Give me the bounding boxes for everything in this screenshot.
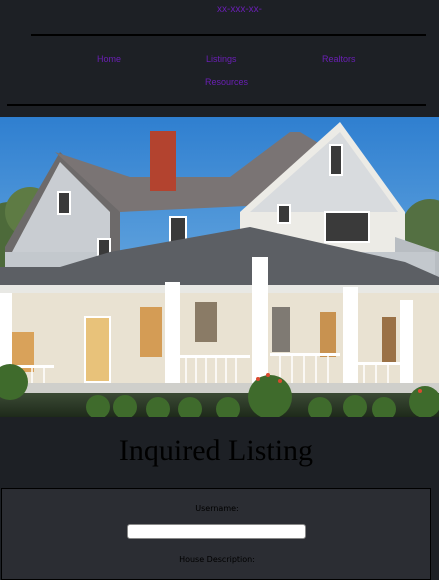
hero-house-image [0,117,439,417]
header-phone: xx-xxx-xx- [217,4,262,15]
nav-home-link[interactable]: Home [97,54,121,64]
house-description-label: House Description: [179,555,255,564]
username-input[interactable] [127,524,306,539]
username-label: Username: [195,504,239,513]
nav-realtors-link[interactable]: Realtors [322,54,356,64]
nav-resources-link[interactable]: Resources [205,77,248,87]
header-divider-bottom [7,104,426,106]
header-divider-top [31,34,426,36]
inquiry-form: Username: House Description: [1,488,431,580]
page-title: Inquired Listing [118,434,314,467]
site-header: xx-xxx-xx- Home Listings Realtors Resour… [0,0,439,117]
nav-listings-link[interactable]: Listings [206,54,237,64]
